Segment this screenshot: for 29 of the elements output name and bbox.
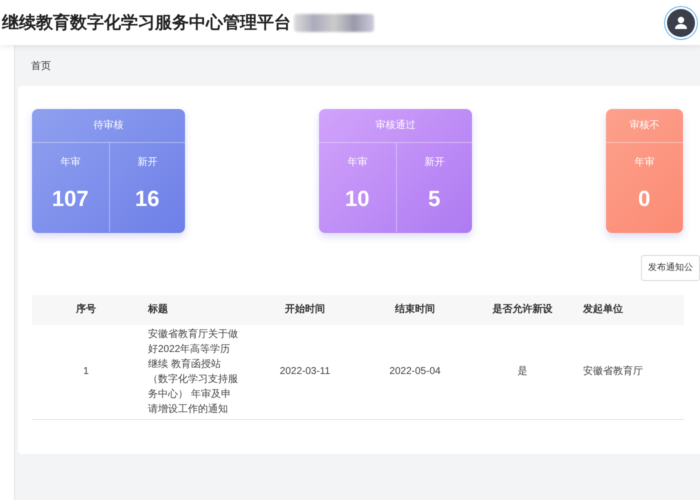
stat-label: 年审 [634, 156, 654, 170]
breadcrumb-home[interactable]: 首页 [31, 61, 51, 72]
column-header: 标题 [148, 304, 168, 315]
column-header: 是否允许新设 [492, 304, 552, 315]
table-cell: 是 [518, 366, 528, 377]
stat-card-title: 审核通过 [376, 118, 416, 133]
table-cell: 2022-05-04 [389, 366, 441, 377]
column-header: 序号 [76, 304, 96, 315]
stat-value: 16 [135, 185, 160, 213]
avatar-icon[interactable] [667, 8, 695, 36]
table-cell: 安徽省教育厅 [583, 366, 643, 377]
table-cell: 1 [83, 366, 89, 377]
stat-card-title: 审核不 [629, 118, 660, 133]
column-header: 结束时间 [395, 304, 435, 315]
platform-title: 继续教育数字化学习服务中心管理平台 [2, 12, 291, 34]
stat-label: 新开 [137, 156, 158, 170]
stat-card-title: 待审核 [94, 118, 124, 133]
notice-title[interactable]: 安徽省教育厅关于做好2022年高等学历继续 教育函授站（数字化学习支持服务中心） 年审及申请增设工作的通知 [148, 326, 240, 416]
table-cell: 2022-03-11 [280, 366, 330, 377]
stat-value: 5 [428, 185, 440, 213]
stat-value: 0 [638, 185, 650, 213]
stat-label: 年审 [60, 156, 80, 170]
stat-label: 年审 [347, 156, 368, 170]
stat-value: 10 [345, 185, 370, 213]
stat-value: 107 [52, 185, 89, 213]
stat-label: 新开 [424, 156, 444, 170]
column-header: 开始时间 [285, 304, 325, 315]
publish-notice-button[interactable]: 发布通知公 [641, 255, 700, 280]
column-header: 发起单位 [583, 304, 623, 315]
